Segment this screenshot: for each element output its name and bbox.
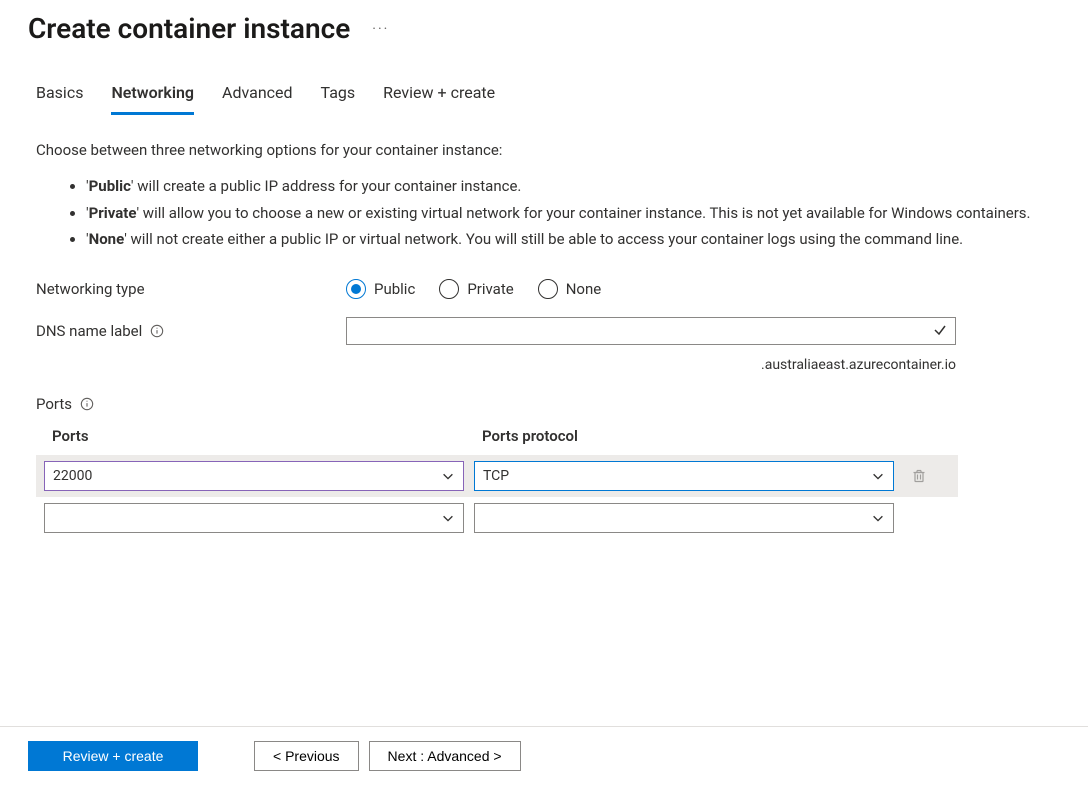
- dns-suffix: .australiaeast.azurecontainer.io: [346, 357, 956, 373]
- networking-type-label: Networking type: [36, 280, 346, 298]
- next-button[interactable]: Next : Advanced >: [369, 741, 521, 771]
- ports-table: Ports Ports protocol 22000 TCP: [36, 427, 958, 539]
- port-input[interactable]: [44, 503, 464, 533]
- chevron-down-icon: [871, 511, 885, 529]
- radio-public[interactable]: Public: [346, 279, 415, 299]
- radio-private[interactable]: Private: [439, 279, 513, 299]
- chevron-down-icon: [441, 511, 455, 529]
- bullet-public-label: Public: [89, 177, 131, 195]
- port-value: 22000: [53, 468, 92, 484]
- bullet-none-label: None: [89, 230, 125, 248]
- tab-bar: Basics Networking Advanced Tags Review +…: [36, 79, 1060, 115]
- protocol-value: TCP: [483, 468, 509, 484]
- bullet-none-text: ' will not create either a public IP or …: [124, 230, 963, 248]
- protocol-select[interactable]: [474, 503, 894, 533]
- protocol-select[interactable]: TCP: [474, 461, 894, 491]
- port-input[interactable]: 22000: [44, 461, 464, 491]
- bullet-private-label: Private: [89, 204, 137, 222]
- dns-name-input[interactable]: [346, 317, 956, 345]
- review-create-button[interactable]: Review + create: [28, 741, 198, 771]
- delete-row-button[interactable]: [904, 468, 934, 484]
- networking-options-list: 'Public' will create a public IP address…: [86, 175, 1056, 251]
- trash-icon: [911, 468, 927, 484]
- info-icon[interactable]: [80, 397, 94, 411]
- chevron-down-icon: [441, 469, 455, 487]
- tab-basics[interactable]: Basics: [36, 79, 83, 115]
- table-row: 22000 TCP: [36, 455, 958, 497]
- previous-button[interactable]: < Previous: [254, 741, 359, 771]
- list-item: 'Public' will create a public IP address…: [86, 175, 1056, 198]
- info-icon[interactable]: [150, 324, 164, 338]
- ports-section-label: Ports: [36, 395, 1060, 413]
- radio-icon: [346, 279, 366, 299]
- radio-icon: [538, 279, 558, 299]
- table-row: [36, 497, 958, 539]
- radio-public-label: Public: [374, 280, 415, 298]
- intro-text: Choose between three networking options …: [36, 141, 1060, 159]
- footer: Review + create < Previous Next : Advanc…: [0, 726, 1088, 785]
- radio-none-label: None: [566, 280, 602, 298]
- tab-review[interactable]: Review + create: [383, 79, 495, 115]
- list-item: 'None' will not create either a public I…: [86, 228, 1056, 251]
- bullet-public-text: ' will create a public IP address for yo…: [131, 177, 522, 195]
- tab-advanced[interactable]: Advanced: [222, 79, 293, 115]
- page-title: Create container instance: [28, 12, 350, 45]
- networking-type-radio-group: Public Private None: [346, 279, 601, 299]
- radio-private-label: Private: [467, 280, 513, 298]
- dns-name-label: DNS name label: [36, 322, 346, 340]
- check-icon: [932, 322, 948, 342]
- tab-tags[interactable]: Tags: [321, 79, 356, 115]
- radio-icon: [439, 279, 459, 299]
- radio-none[interactable]: None: [538, 279, 602, 299]
- list-item: 'Private' will allow you to choose a new…: [86, 202, 1056, 225]
- ports-column-header: Ports: [52, 427, 482, 445]
- tab-networking[interactable]: Networking: [111, 79, 194, 115]
- bullet-private-text: ' will allow you to choose a new or exis…: [136, 204, 1030, 222]
- more-icon[interactable]: ···: [372, 21, 389, 37]
- protocol-column-header: Ports protocol: [482, 427, 578, 445]
- chevron-down-icon: [871, 469, 885, 487]
